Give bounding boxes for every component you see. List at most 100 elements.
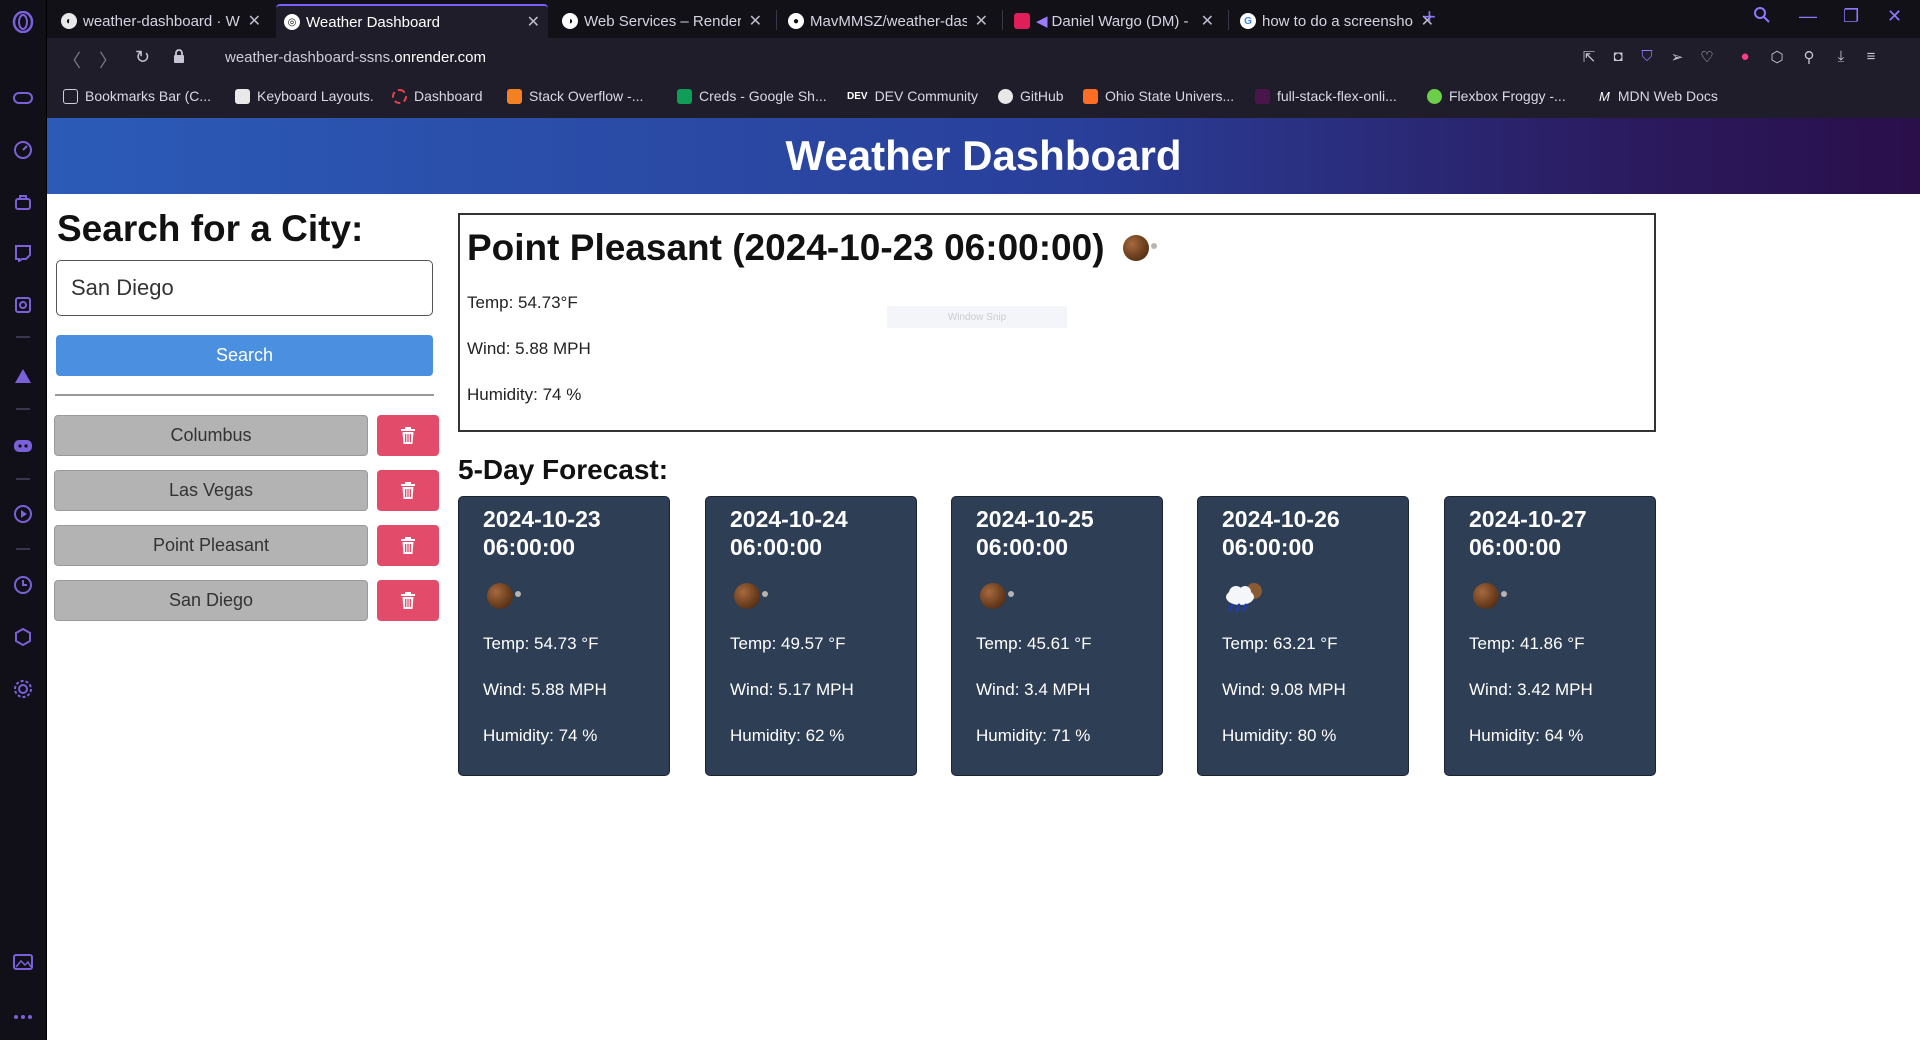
- tab-google-search[interactable]: G how to do a screenshot c ✕: [1232, 4, 1442, 38]
- history-city-button[interactable]: Point Pleasant: [54, 525, 368, 566]
- bookmark-full-stack[interactable]: full-stack-flex-onli...: [1255, 88, 1397, 104]
- close-tab-icon[interactable]: ✕: [975, 11, 988, 31]
- player-icon[interactable]: [11, 502, 35, 526]
- bookmark-keyboard-layouts[interactable]: Keyboard Layouts.: [235, 88, 374, 104]
- bag-icon[interactable]: [11, 190, 35, 214]
- close-tab-icon[interactable]: ✕: [1201, 11, 1214, 31]
- bookmark-creds-sheet[interactable]: Creds - Google Sh...: [677, 88, 827, 104]
- night-clear-moon-icon: [1122, 235, 1157, 261]
- lock-icon[interactable]: [173, 49, 185, 68]
- url-host: onrender.com: [394, 49, 486, 66]
- tab-weather-dashboard[interactable]: ◎ Weather Dashboard ✕: [276, 4, 548, 38]
- frog-favicon-icon: [1427, 88, 1442, 104]
- download-icon[interactable]: ⤓: [1831, 48, 1851, 68]
- delete-button[interactable]: [377, 525, 439, 566]
- bookmark-dashboard[interactable]: Dashboard: [392, 88, 483, 104]
- moon-shape: [980, 583, 1014, 609]
- bookmark-label: Keyboard Layouts.: [257, 88, 374, 104]
- forecast-day: 2024-10-25: [976, 506, 1094, 532]
- mdn-favicon-icon: M: [1599, 88, 1610, 104]
- cube-extension-icon[interactable]: ⬡: [1767, 48, 1787, 68]
- tab-separator: [776, 10, 777, 30]
- extensions-icon[interactable]: [11, 293, 35, 317]
- opera-logo-icon[interactable]: [11, 10, 35, 34]
- bookmark-label: MDN Web Docs: [1617, 88, 1718, 104]
- sidebar-divider: [16, 408, 30, 410]
- night-clear-moon-icon: [980, 583, 1014, 614]
- history-city-button[interactable]: Columbus: [54, 415, 368, 456]
- minimize-icon[interactable]: —: [1799, 6, 1817, 27]
- bookmark-folder[interactable]: Bookmarks Bar (C...: [63, 88, 211, 104]
- globe-favicon-icon: ◎: [284, 14, 300, 30]
- bookmark-label: full-stack-flex-onli...: [1277, 88, 1397, 104]
- close-tab-icon[interactable]: ✕: [527, 12, 540, 32]
- forecast-temp: Temp: 54.73 °F: [483, 634, 599, 653]
- search-tabs-icon[interactable]: [1753, 6, 1771, 29]
- tab-github-repo[interactable]: ● MavMMSZ/weather-dasl ✕: [780, 4, 996, 38]
- discord-icon[interactable]: [11, 434, 35, 458]
- delete-button[interactable]: [377, 415, 439, 456]
- search-button[interactable]: Search: [56, 335, 433, 376]
- trash-icon: [401, 426, 415, 444]
- menu-icon[interactable]: ≡: [1861, 48, 1881, 68]
- bookmarks-bar: Bookmarks Bar (C... Keyboard Layouts. Da…: [47, 78, 1920, 118]
- bookmark-label: DEV Community: [874, 88, 979, 104]
- bookmark-flexbox-froggy[interactable]: Flexbox Froggy -...: [1427, 88, 1566, 104]
- heart-icon[interactable]: ♡: [1697, 48, 1717, 68]
- tab-separator: [1228, 10, 1229, 30]
- speaker-icon[interactable]: ◀: [1036, 12, 1048, 30]
- history-city-button[interactable]: Las Vegas: [54, 470, 368, 511]
- night-clear-moon-icon: [1473, 583, 1507, 614]
- profile-icon[interactable]: ⚲: [1799, 48, 1819, 68]
- url-field[interactable]: weather-dashboard-ssns.onrender.com: [225, 49, 486, 66]
- forecast-day: 2024-10-24: [730, 506, 848, 532]
- bookmark-ohio-state[interactable]: Ohio State Univers...: [1083, 88, 1234, 104]
- send-icon[interactable]: ➢: [1667, 48, 1687, 68]
- forecast-card: 2024-10-23 06:00:00 Temp: 54.73 °F Wind: …: [458, 496, 670, 776]
- trash-icon: [401, 481, 415, 499]
- aria-icon[interactable]: [11, 364, 35, 388]
- vpn-shield-icon[interactable]: ⛉: [1637, 48, 1657, 68]
- share-icon[interactable]: ⇱: [1579, 48, 1599, 68]
- gallery-icon[interactable]: [11, 950, 35, 974]
- history-clock-icon[interactable]: [11, 573, 35, 597]
- bookmark-mdn[interactable]: M MDN Web Docs: [1599, 88, 1718, 104]
- forecast-temp: Temp: 63.21 °F: [1222, 634, 1338, 653]
- forecast-humidity: Humidity: 62 %: [730, 726, 845, 745]
- twitch-icon[interactable]: [11, 241, 35, 265]
- tab-render[interactable]: ◑ Web Services – Render D ✕: [554, 4, 770, 38]
- night-rain-cloud-icon: [1222, 581, 1268, 618]
- reload-icon[interactable]: ↻: [135, 47, 150, 68]
- back-arrow-icon[interactable]: 〈: [63, 47, 81, 73]
- restore-icon[interactable]: ❐: [1843, 6, 1859, 27]
- tab-weather-dashboard-repo[interactable]: ◐ weather-dashboard · We ✕: [53, 4, 269, 38]
- close-tab-icon[interactable]: ✕: [248, 11, 261, 31]
- settings-gear-icon[interactable]: [11, 677, 35, 701]
- city-search-input[interactable]: [56, 260, 433, 316]
- speed-dial-icon[interactable]: [11, 138, 35, 162]
- url-path: weather-dashboard-ssns.: [225, 49, 395, 66]
- more-dots-icon[interactable]: [11, 1005, 35, 1029]
- folder-icon: [63, 88, 78, 104]
- camera-icon[interactable]: ◘: [1608, 48, 1628, 68]
- forecast-humidity: Humidity: 80 %: [1222, 726, 1337, 745]
- extension-flow-icon[interactable]: ●: [1735, 48, 1755, 68]
- cube-icon[interactable]: [11, 625, 35, 649]
- bookmark-stack-overflow[interactable]: Stack Overflow -...: [507, 88, 643, 104]
- tab-slack-dm[interactable]: ◀ Daniel Wargo (DM) - ✕: [1006, 4, 1222, 38]
- close-tab-icon[interactable]: ✕: [749, 11, 762, 31]
- delete-button[interactable]: [377, 470, 439, 511]
- forecast-time: 06:00:00: [1222, 534, 1315, 560]
- history-city-button[interactable]: San Diego: [54, 580, 368, 621]
- moon-shape: [1473, 583, 1507, 609]
- delete-button[interactable]: [377, 580, 439, 621]
- new-tab-plus-icon[interactable]: +: [1423, 4, 1436, 30]
- bookmark-github[interactable]: GitHub: [998, 88, 1064, 104]
- current-wind: Wind: 5.88 MPH: [467, 339, 591, 358]
- close-window-icon[interactable]: ✕: [1887, 6, 1902, 27]
- gamepad-icon[interactable]: [11, 86, 35, 110]
- forecast-wind: Wind: 5.17 MPH: [730, 680, 854, 699]
- page-viewport: Weather Dashboard Search for a City: Sea…: [47, 118, 1920, 1040]
- bookmark-dev-community[interactable]: DEV DEV Community: [847, 88, 978, 104]
- forward-arrow-icon[interactable]: 〉: [99, 47, 117, 73]
